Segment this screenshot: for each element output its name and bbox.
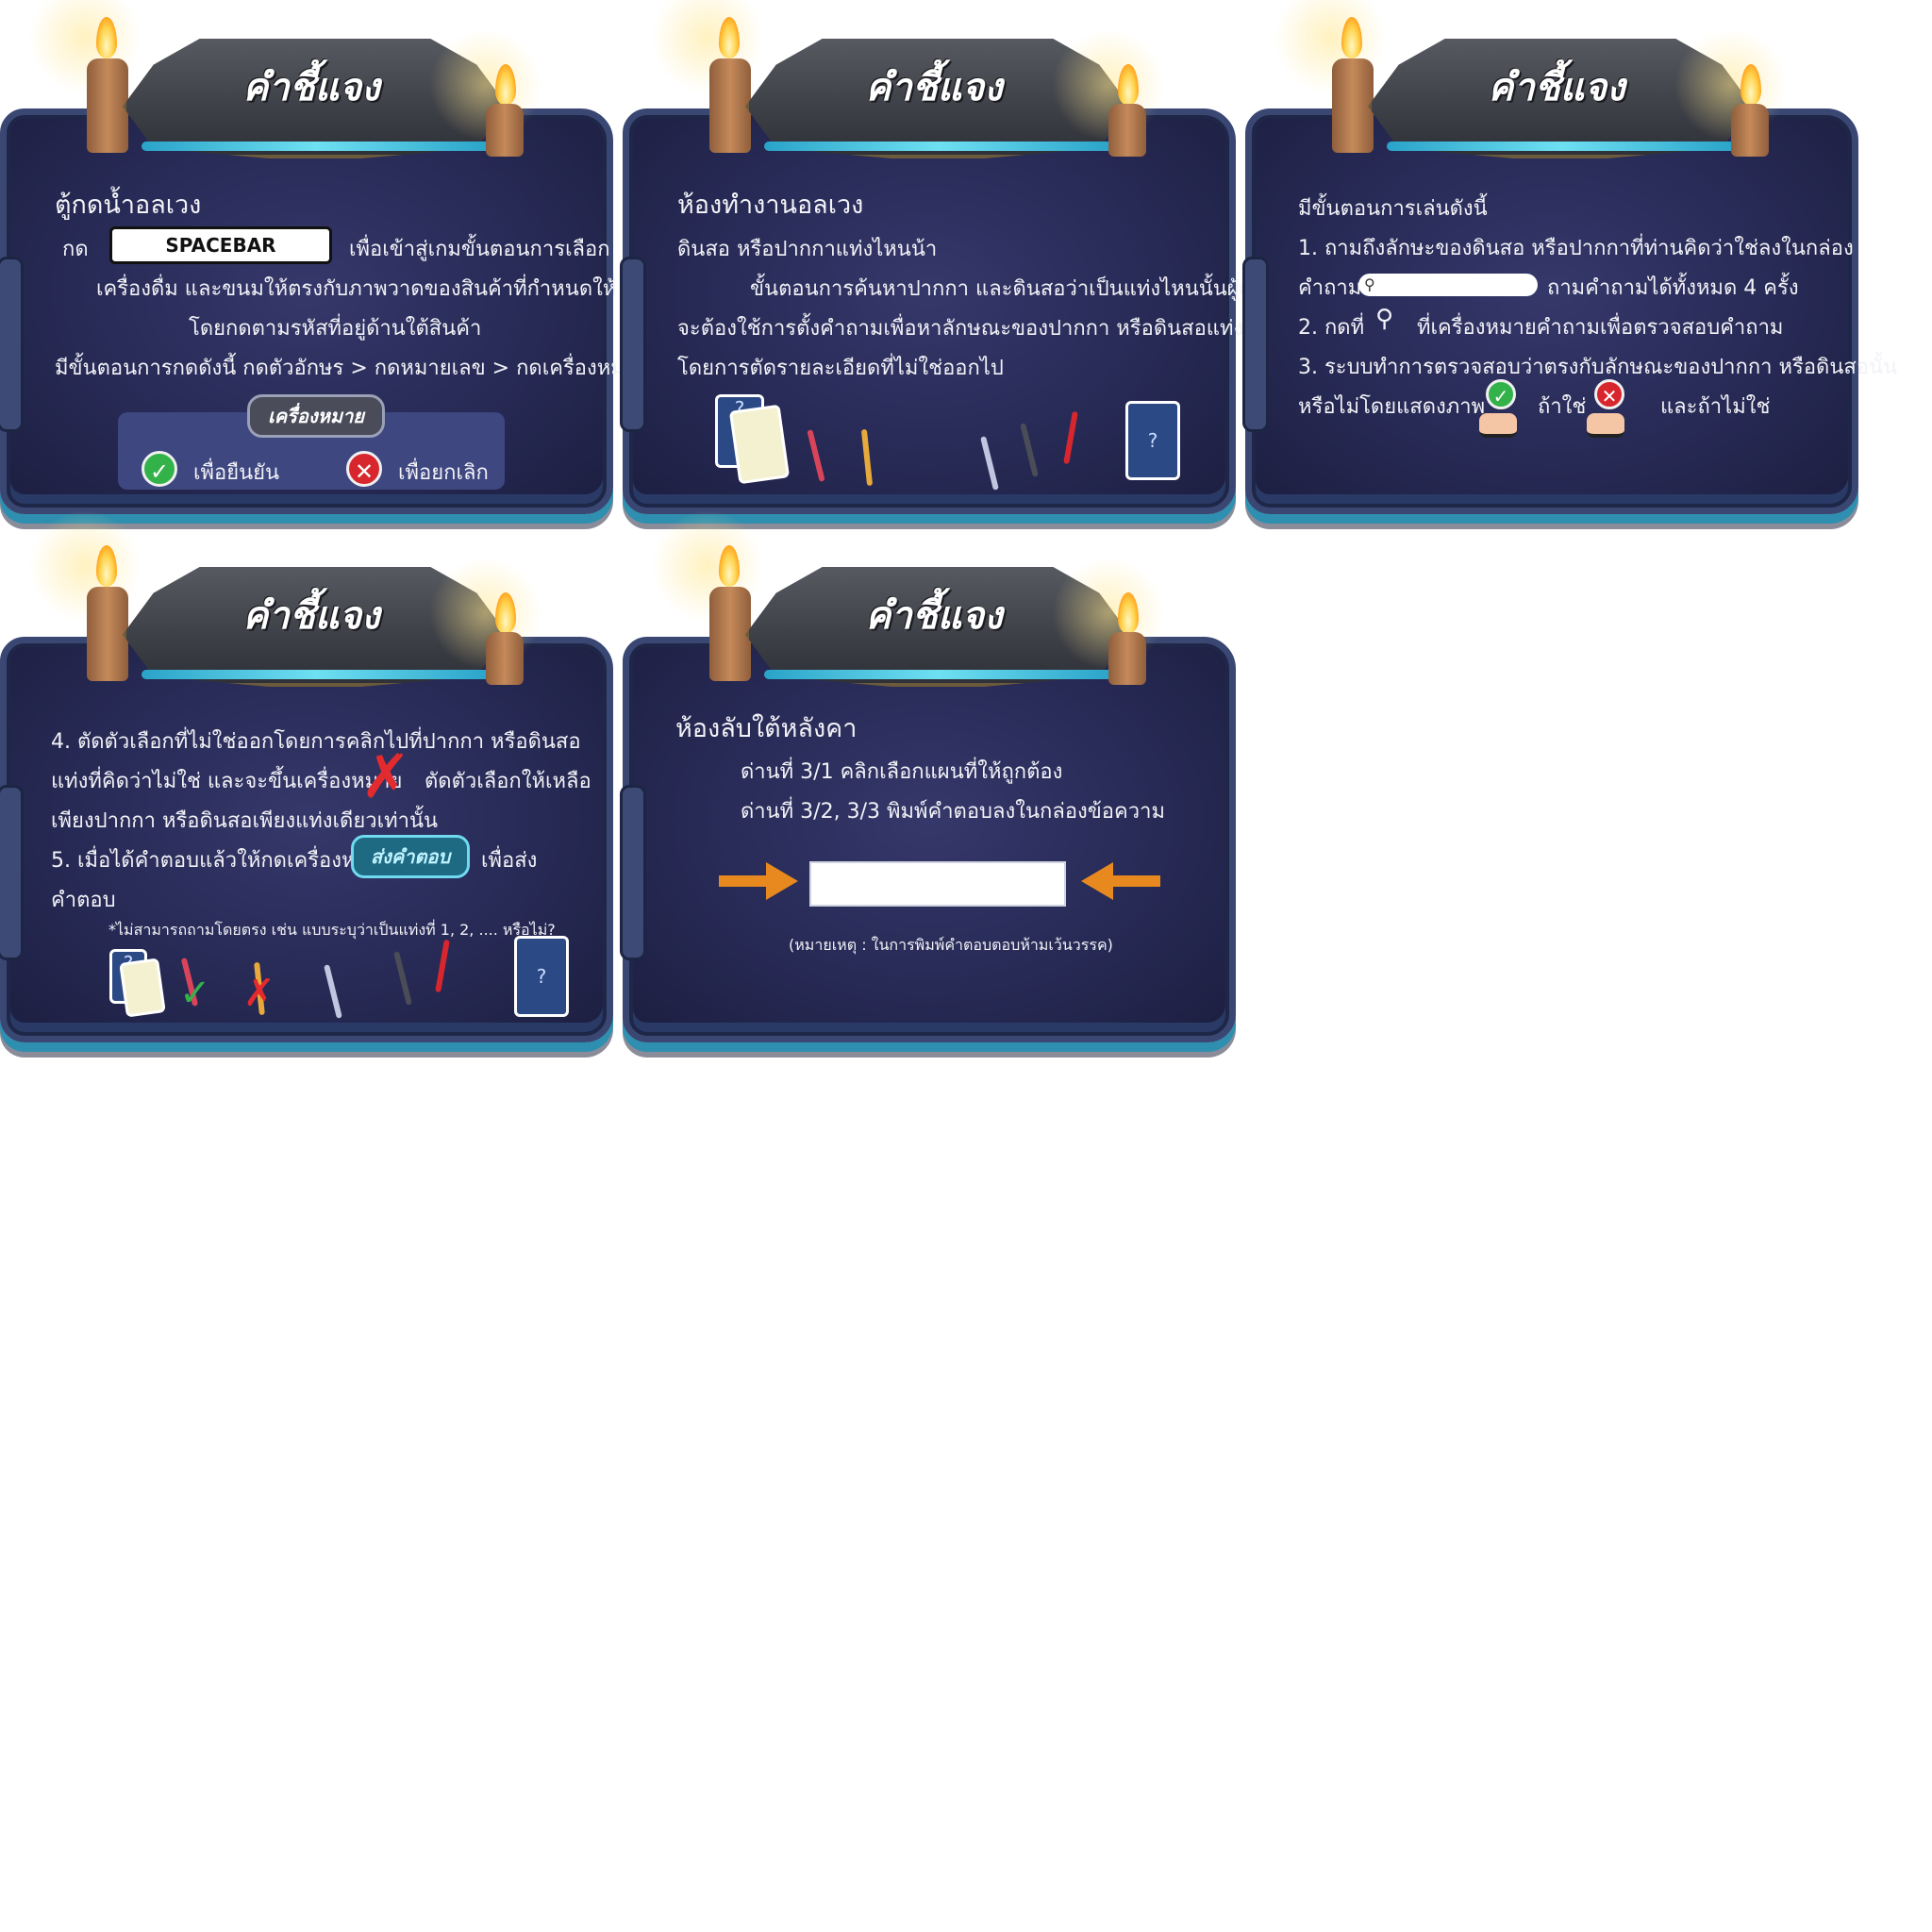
instruction-line: มีขั้นตอนการเล่นดังนี้	[1298, 197, 1488, 221]
instruction-line: ขั้นตอนการค้นหาปากกา และดินสอว่าเป็นแท่ง…	[750, 277, 1274, 301]
instruction-line: คำถาม	[1298, 276, 1362, 300]
card-edge	[620, 785, 646, 960]
card-icon: ?	[514, 936, 569, 1017]
banner-trim	[142, 142, 491, 151]
card-edge	[620, 257, 646, 432]
check-icon: ✓	[142, 451, 177, 487]
panel-heading: ห้องลับใต้หลังคา	[675, 714, 858, 743]
instruction-line: เพียงปากกา หรือดินสอเพียงแท่งเดียวเท่านั…	[51, 809, 439, 833]
thumb-hand-icon	[1587, 413, 1624, 438]
instruction-line: ถ้าใช่	[1538, 395, 1587, 419]
cross-icon: ✕	[346, 451, 382, 487]
note-text: (หมายเหตุ : ในการพิมพ์คำตอบตอบห้ามเว้นวร…	[789, 936, 1113, 954]
instruction-line: โดยกดตามรหัสที่อยู่ด้านใต้สินค้า	[189, 317, 482, 341]
instruction-line: และถ้าไม่ใช่	[1660, 395, 1771, 419]
search-icon: ⚲	[1364, 275, 1375, 293]
instruction-line: เพื่อเข้าสู่เกมขั้นตอนการเลือก	[349, 238, 610, 261]
arrow-right-icon	[719, 862, 798, 900]
instruction-panel-attic: คำชี้แจง ห้องลับใต้หลังคา ด่านที่ 3/1 คล…	[620, 509, 1245, 1057]
cross-mark-icon: ✗	[243, 972, 275, 1015]
instruction-line: มีขั้นตอนการกดดังนี้ กดตัวอักษร > กดหมาย…	[55, 357, 648, 380]
instruction-line: จะต้องใช้การตั้งคำถามเพื่อหาลักษณะของปาก…	[677, 317, 1273, 341]
banner-trim	[1387, 142, 1736, 151]
thumb-hand-icon	[1479, 413, 1517, 438]
question-search-field: ⚲	[1358, 274, 1538, 296]
instruction-line: แท่งที่คิดว่าไม่ใช่ และจะขึ้นเครื่องหมาย	[51, 770, 403, 793]
instruction-line: 4. ตัดตัวเลือกที่ไม่ใช่ออกโดยการคลิกไปที…	[51, 730, 581, 754]
instruction-line: เครื่องดื่ม และขนมให้ตรงกับภาพวาดของสินค…	[96, 277, 617, 301]
instruction-panel-steps-continued: คำชี้แจง 4. ตัดตัวเลือกที่ไม่ใช่ออกโดยกา…	[0, 509, 623, 1057]
card-edge	[0, 257, 24, 432]
note-text: *ไม่สามารถถามโดยตรง เช่น แบบระบุว่าเป็นแ…	[108, 921, 556, 939]
arrow-left-icon	[1081, 862, 1160, 900]
instruction-panel-steps: คำชี้แจง มีขั้นตอนการเล่นดังนี้ 1. ถามถึ…	[1242, 0, 1897, 528]
spacebar-key: SPACEBAR	[109, 226, 332, 264]
banner-trim	[764, 670, 1113, 679]
search-icon: ⚲	[1375, 305, 1394, 333]
card-edge	[0, 785, 24, 960]
instruction-line: ตัดตัวเลือกให้เหลือ	[425, 770, 591, 793]
press-label: กด	[62, 238, 89, 261]
check-mark-icon: ✓	[179, 972, 211, 1015]
instruction-line: คำตอบ	[51, 889, 116, 912]
panel-heading: ห้องทำงานอลเวง	[677, 191, 864, 220]
cancel-label: เพื่อยกเลิก	[398, 461, 489, 485]
instruction-line: 5. เมื่อได้คำตอบแล้วให้กดเครื่องหมาย	[51, 849, 393, 873]
instruction-panel-workroom: คำชี้แจง ห้องทำงานอลเวง ดินสอ หรือปากกาแ…	[620, 0, 1274, 528]
cross-mark-icon: ✗	[360, 742, 411, 812]
panel-card	[620, 637, 1236, 1042]
instruction-line: ถามคำถามได้ทั้งหมด 4 ครั้ง	[1547, 276, 1799, 300]
cross-icon: ✕	[1594, 379, 1624, 409]
instruction-line: ด่านที่ 3/1 คลิกเลือกแผนที่ให้ถูกต้อง	[741, 760, 1063, 784]
banner-trim	[764, 142, 1113, 151]
instruction-line: หรือไม่โดยแสดงภาพ	[1298, 395, 1486, 419]
legend-tag: เครื่องหมาย	[247, 394, 385, 438]
instruction-line: 2. กดที่	[1298, 316, 1365, 340]
submit-answer-button[interactable]: ส่งคำตอบ	[351, 835, 470, 878]
instruction-line: ด่านที่ 3/2, 3/3 พิมพ์คำตอบลงในกล่องข้อค…	[741, 800, 1165, 824]
instruction-line: 1. ถามถึงลักษะของดินสอ หรือปากกาที่ท่านค…	[1298, 237, 1854, 260]
answer-input[interactable]	[809, 861, 1066, 907]
card-icon: ?	[1125, 401, 1180, 480]
card-edge	[1242, 257, 1269, 432]
instruction-line: ที่เครื่องหมายคำถามเพื่อตรวจสอบคำถาม	[1417, 316, 1784, 340]
instruction-line: 3. ระบบทำการตรวจสอบว่าตรงกับลักษณะของปาก…	[1298, 356, 1898, 379]
panel-heading: ตู้กดน้ำอลเวง	[55, 191, 202, 220]
check-icon: ✓	[1486, 379, 1516, 409]
confirm-label: เพื่อยืนยัน	[193, 461, 280, 485]
instruction-line: โดยการตัดรายละเอียดที่ไม่ใช่ออกไป	[677, 357, 1004, 380]
instruction-line: ดินสอ หรือปากกาแท่งไหนน้า	[677, 238, 938, 261]
instruction-line: เพื่อส่ง	[481, 849, 538, 873]
instruction-panel-vending: คำชี้แจง ตู้กดน้ำอลเวง กด SPACEBAR เพื่อ…	[0, 0, 648, 528]
banner-trim	[142, 670, 491, 679]
